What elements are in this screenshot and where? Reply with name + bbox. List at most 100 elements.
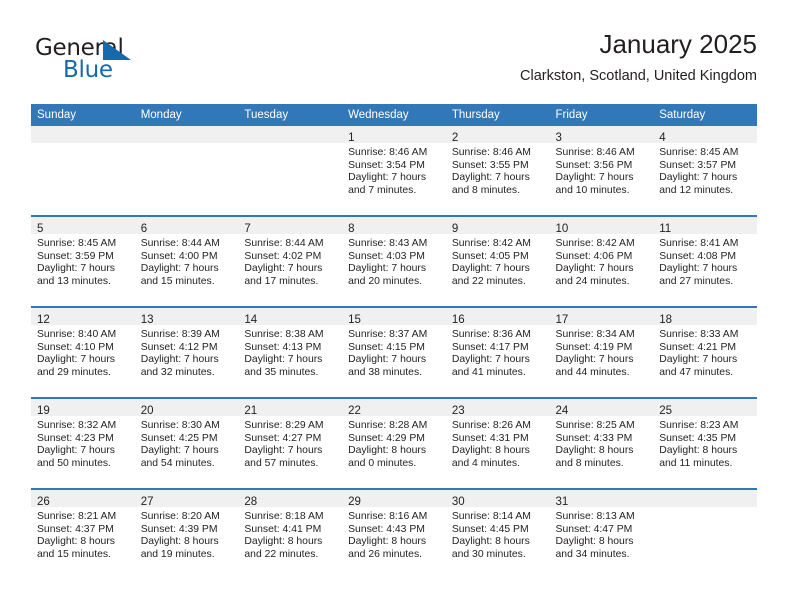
day-number: 10 <box>555 223 569 235</box>
calendar-day-cell[interactable]: 9 Sunrise: 8:42 AM Sunset: 4:05 PM Daylight… <box>445 215 550 307</box>
calendar-day-cell[interactable]: 17 Sunrise: 8:34 AM Sunset: 4:19 PM Dayligh… <box>549 306 654 398</box>
sunrise-text: Sunrise: 8:14 AM <box>451 511 531 522</box>
day-number-band: 7 <box>238 217 343 235</box>
daylight-text-line2: and 7 minutes. <box>348 184 417 196</box>
daylight-text-line1: Daylight: 8 hours <box>348 445 427 457</box>
sunset-text: Sunset: 4:37 PM <box>37 523 114 535</box>
daylight-text-line1: Daylight: 8 hours <box>659 445 738 457</box>
daylight-text-line1: Daylight: 7 hours <box>37 354 115 366</box>
day-number-band: 29 <box>342 490 446 508</box>
daylight-text-line2: and 27 minutes. <box>659 275 734 287</box>
sunset-text: Sunset: 3:56 PM <box>555 159 633 171</box>
daylight-text-line1: Daylight: 8 hours <box>451 536 530 548</box>
calendar-day-cell[interactable]: 21 Sunrise: 8:29 AM Sunset: 4:27 PM Dayligh… <box>238 397 343 489</box>
sunset-text: Sunset: 4:45 PM <box>451 523 529 535</box>
sunrise-text: Sunrise: 8:16 AM <box>348 511 428 522</box>
calendar-day-cell[interactable]: 31 Sunrise: 8:13 AM Sunset: 4:47 PM Dayligh… <box>549 488 654 579</box>
calendar-day-cell[interactable]: 5 Sunrise: 8:45 AM Sunset: 3:59 PM Daylight… <box>31 215 135 307</box>
day-number: 16 <box>451 314 465 326</box>
day-details: Sunrise: 8:20 AM Sunset: 4:39 PM Daylight:… <box>135 507 239 561</box>
day-number-band: 20 <box>134 399 239 417</box>
daylight-text-line2: and 0 minutes. <box>348 457 417 469</box>
day-number: 20 <box>140 405 154 417</box>
calendar-day-cell[interactable]: 3 Sunrise: 8:46 AM Sunset: 3:56 PM Daylight… <box>549 126 654 216</box>
weekday-header-monday: Monday <box>134 104 239 126</box>
calendar-day-cell[interactable]: 12 Sunrise: 8:40 AM Sunset: 4:10 PM Dayligh… <box>31 306 135 398</box>
day-number-band: 5 <box>31 217 135 235</box>
day-number-band: 11 <box>653 217 757 235</box>
daylight-text-line1: Daylight: 7 hours <box>451 263 530 275</box>
calendar-table: Sunday Monday Tuesday Wednesday Thursday… <box>31 104 757 579</box>
day-details: Sunrise: 8:36 AM Sunset: 4:17 PM Daylight:… <box>446 325 550 379</box>
sunrise-text: Sunrise: 8:25 AM <box>555 420 635 431</box>
day-number-band: 30 <box>445 490 550 508</box>
calendar-day-cell[interactable]: 13 Sunrise: 8:39 AM Sunset: 4:12 PM Dayligh… <box>134 306 239 398</box>
sunrise-text: Sunrise: 8:38 AM <box>244 329 324 340</box>
sunset-text: Sunset: 4:03 PM <box>348 250 425 262</box>
daylight-text-line2: and 35 minutes. <box>244 366 319 378</box>
calendar-day-cell[interactable]: 27 Sunrise: 8:20 AM Sunset: 4:39 PM Dayligh… <box>134 488 239 579</box>
calendar-day-cell[interactable]: 15 Sunrise: 8:37 AM Sunset: 4:15 PM Dayligh… <box>342 306 446 398</box>
calendar-page: General Blue January 2025 Clarkston, Sco… <box>0 0 792 612</box>
day-number: 18 <box>659 314 673 326</box>
calendar-day-cell[interactable]: 4 Sunrise: 8:45 AM Sunset: 3:57 PM Daylight… <box>653 126 757 216</box>
day-number-band: 12 <box>31 308 135 326</box>
sunrise-text: Sunrise: 8:32 AM <box>37 420 117 431</box>
calendar-day-cell[interactable]: 29 Sunrise: 8:16 AM Sunset: 4:43 PM Dayligh… <box>342 488 446 579</box>
daylight-text-line2: and 47 minutes. <box>659 366 734 378</box>
page-title: January 2025 <box>599 29 757 59</box>
sunset-text: Sunset: 4:27 PM <box>244 432 322 444</box>
calendar-day-cell[interactable]: 7 Sunrise: 8:44 AM Sunset: 4:02 PM Daylight… <box>238 215 343 307</box>
calendar-day-cell[interactable]: 10 Sunrise: 8:42 AM Sunset: 4:06 PM Dayligh… <box>549 215 654 307</box>
calendar-day-cell[interactable]: 25 Sunrise: 8:23 AM Sunset: 4:35 PM Dayligh… <box>653 397 757 489</box>
daylight-text-line2: and 8 minutes. <box>555 457 624 469</box>
calendar-day-cell[interactable]: 16 Sunrise: 8:36 AM Sunset: 4:17 PM Dayligh… <box>445 306 550 398</box>
page-subtitle: Clarkston, Scotland, United Kingdom <box>520 68 757 84</box>
day-details: Sunrise: 8:26 AM Sunset: 4:31 PM Daylight:… <box>446 416 550 470</box>
calendar-day-cell[interactable]: 30 Sunrise: 8:14 AM Sunset: 4:45 PM Dayligh… <box>445 488 550 579</box>
calendar-day-cell[interactable]: 1 Sunrise: 8:46 AM Sunset: 3:54 PM Daylight… <box>342 126 446 216</box>
day-number: 6 <box>140 223 148 235</box>
day-number: 3 <box>555 132 562 144</box>
calendar-day-cell[interactable]: 20 Sunrise: 8:30 AM Sunset: 4:25 PM Dayligh… <box>134 397 239 489</box>
daylight-text-line1: Daylight: 7 hours <box>451 354 530 366</box>
day-details: Sunrise: 8:34 AM Sunset: 4:19 PM Daylight:… <box>550 325 654 379</box>
calendar-day-cell[interactable]: 22 Sunrise: 8:28 AM Sunset: 4:29 PM Dayligh… <box>342 397 446 489</box>
calendar-day-cell[interactable]: 14 Sunrise: 8:38 AM Sunset: 4:13 PM Dayligh… <box>238 306 343 398</box>
sunrise-text: Sunrise: 8:29 AM <box>244 420 324 431</box>
day-number-band: 19 <box>31 399 135 417</box>
calendar-day-cell[interactable]: 23 Sunrise: 8:26 AM Sunset: 4:31 PM Dayligh… <box>445 397 550 489</box>
logo-text-blue: Blue <box>63 57 113 83</box>
sunrise-text: Sunrise: 8:20 AM <box>140 511 220 522</box>
sunset-text: Sunset: 4:21 PM <box>659 341 737 353</box>
daylight-text-line1: Daylight: 7 hours <box>244 445 323 457</box>
calendar-week-row: 5 Sunrise: 8:45 AM Sunset: 3:59 PM Daylight… <box>31 215 757 307</box>
calendar-day-cell[interactable]: 26 Sunrise: 8:21 AM Sunset: 4:37 PM Dayligh… <box>31 488 135 579</box>
day-details: Sunrise: 8:21 AM Sunset: 4:37 PM Daylight:… <box>31 507 135 561</box>
calendar-day-cell[interactable]: 2 Sunrise: 8:46 AM Sunset: 3:55 PM Daylight… <box>445 126 550 216</box>
daylight-text-line1: Daylight: 7 hours <box>555 354 634 366</box>
calendar-day-cell[interactable]: 18 Sunrise: 8:33 AM Sunset: 4:21 PM Dayligh… <box>653 306 757 398</box>
daylight-text-line2: and 10 minutes. <box>555 184 630 196</box>
sunset-text: Sunset: 4:02 PM <box>244 250 322 262</box>
sunset-text: Sunset: 4:15 PM <box>348 341 425 353</box>
day-details: Sunrise: 8:16 AM Sunset: 4:43 PM Daylight:… <box>342 507 446 561</box>
sunset-text: Sunset: 3:54 PM <box>348 159 425 171</box>
calendar-day-cell[interactable]: 8 Sunrise: 8:43 AM Sunset: 4:03 PM Daylight… <box>342 215 446 307</box>
day-number: 28 <box>244 496 258 508</box>
day-number-band: 24 <box>549 399 654 417</box>
sunset-text: Sunset: 4:12 PM <box>140 341 218 353</box>
daylight-text-line2: and 29 minutes. <box>37 366 111 378</box>
calendar-day-cell[interactable]: 6 Sunrise: 8:44 AM Sunset: 4:00 PM Daylight… <box>134 215 239 307</box>
sunrise-text: Sunrise: 8:46 AM <box>555 147 635 158</box>
day-number: 4 <box>659 132 666 144</box>
calendar-day-cell[interactable]: 24 Sunrise: 8:25 AM Sunset: 4:33 PM Dayligh… <box>549 397 654 489</box>
daylight-text-line1: Daylight: 8 hours <box>555 445 634 457</box>
calendar-day-cell[interactable]: 19 Sunrise: 8:32 AM Sunset: 4:23 PM Dayligh… <box>31 397 135 489</box>
calendar-day-cell[interactable]: 28 Sunrise: 8:18 AM Sunset: 4:41 PM Dayligh… <box>238 488 343 579</box>
sunset-text: Sunset: 4:10 PM <box>37 341 114 353</box>
daylight-text-line2: and 19 minutes. <box>140 548 215 560</box>
calendar-cell-empty <box>134 126 239 216</box>
calendar-day-cell[interactable]: 11 Sunrise: 8:41 AM Sunset: 4:08 PM Dayligh… <box>653 215 757 307</box>
day-details: Sunrise: 8:37 AM Sunset: 4:15 PM Daylight:… <box>342 325 446 379</box>
